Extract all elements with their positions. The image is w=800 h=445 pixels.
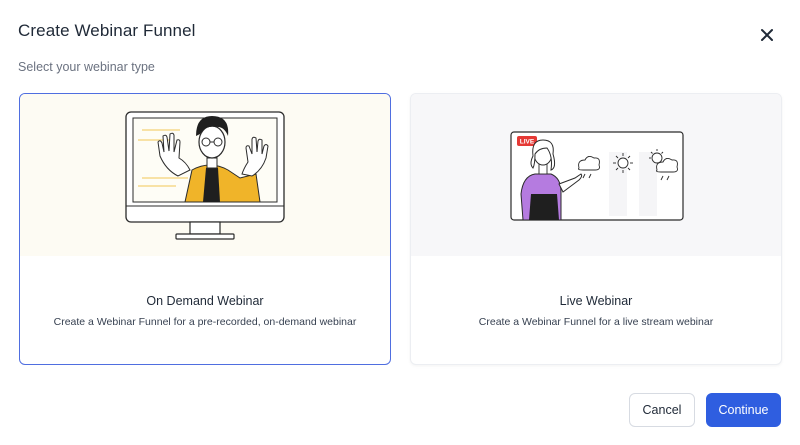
option-description: Create a Webinar Funnel for a live strea… [478,316,714,328]
live-illustration: LIVE [411,94,781,256]
create-webinar-funnel-dialog: Create Webinar Funnel Select your webina… [0,0,800,445]
dialog-title: Create Webinar Funnel [18,21,196,40]
option-title: Live Webinar [559,294,633,308]
option-description: Create a Webinar Funnel for a pre-record… [53,316,357,328]
cancel-button[interactable]: Cancel [629,393,695,427]
option-card-live[interactable]: LIVE Live Webinar Create a Webinar Funne… [410,93,782,365]
option-title: On Demand Webinar [146,294,264,308]
live-badge: LIVE [520,139,535,146]
on-demand-illustration [20,94,390,256]
close-icon [761,29,773,41]
option-card-on-demand[interactable]: On Demand Webinar Create a Webinar Funne… [19,93,391,365]
dialog-subtitle: Select your webinar type [18,60,155,74]
sun-icon [613,153,633,173]
person-on-monitor-illustration [125,111,285,240]
presenter-weather-illustration: LIVE [510,131,684,221]
continue-button[interactable]: Continue [706,393,781,427]
close-button[interactable] [754,22,780,48]
